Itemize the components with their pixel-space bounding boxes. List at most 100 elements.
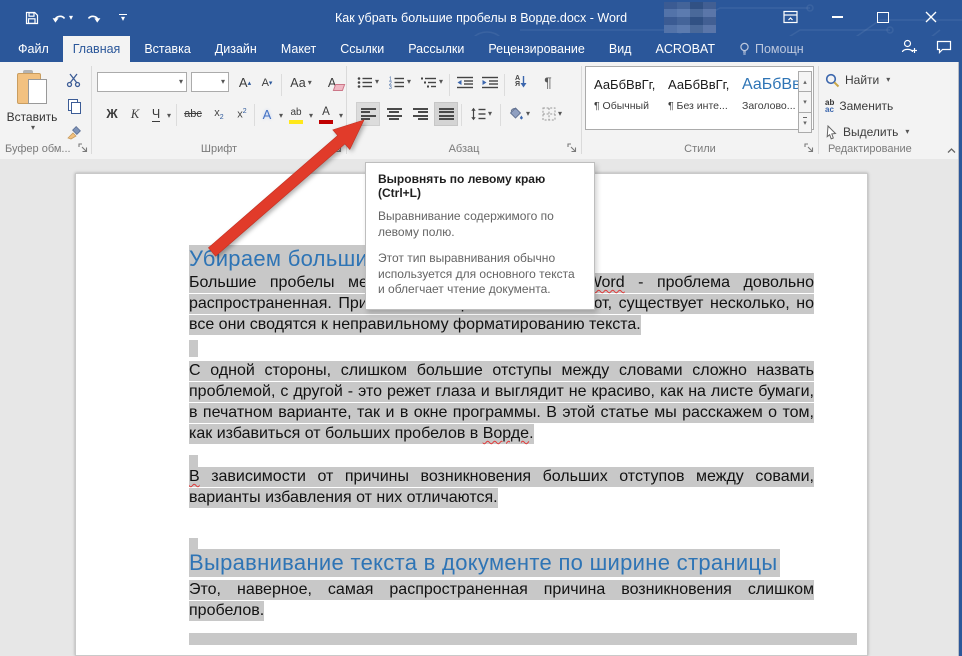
font-name-caret[interactable]: ▾: [179, 78, 183, 86]
copy-button[interactable]: [62, 94, 86, 118]
underline-caret[interactable]: ▾: [167, 112, 171, 120]
paragraph-dialog-launcher[interactable]: [565, 141, 579, 155]
eraser-icon: [333, 84, 346, 91]
styles-dialog-launcher[interactable]: [802, 141, 816, 155]
doc-empty-line-selection: [189, 340, 198, 357]
censored-account-name: [664, 2, 716, 33]
shading-button[interactable]: ▾: [504, 102, 534, 126]
doc-text-line: пробелов.: [189, 600, 814, 621]
underline-button[interactable]: Ч: [148, 102, 164, 126]
tab-review[interactable]: Рецензирование: [478, 36, 595, 62]
tab-home[interactable]: Главная: [63, 36, 131, 62]
shrink-font-button[interactable]: А▾: [256, 72, 278, 93]
tab-references[interactable]: Ссылки: [330, 36, 394, 62]
borders-button[interactable]: ▾: [537, 102, 567, 126]
undo-icon[interactable]: ▾: [52, 7, 73, 29]
svg-text:3: 3: [389, 85, 392, 89]
select-button[interactable]: Выделить ▾: [825, 121, 909, 143]
justify-icon: [439, 108, 454, 121]
comment-icon[interactable]: [936, 40, 952, 59]
doc-text-line: В зависимости от причины возникновения б…: [189, 466, 814, 487]
increase-indent-button[interactable]: [478, 71, 502, 93]
find-button[interactable]: Найти ▾: [825, 69, 890, 91]
doc-text-line: в печатном варианте, так и в окне програ…: [189, 402, 814, 423]
maximize-button[interactable]: [866, 0, 900, 34]
undo-dropdown-caret[interactable]: ▾: [69, 14, 73, 22]
cursor-select-icon: [825, 125, 838, 140]
tooltip-title: Выровнять по левому краю (Ctrl+L): [378, 172, 582, 200]
find-label: Найти: [845, 73, 879, 87]
doc-text-line: как избавиться от больших пробелов в Вор…: [189, 423, 814, 444]
misspelled-word: В: [189, 468, 200, 485]
style-item-normal[interactable]: АаБбВвГг, ¶ Обычный: [588, 70, 660, 126]
justify-button[interactable]: [434, 102, 458, 126]
save-icon[interactable]: [22, 7, 42, 29]
italic-button[interactable]: К: [125, 102, 145, 126]
group-clipboard: Вставить ▾ Буфер обм...: [0, 62, 91, 159]
style-item-no-spacing[interactable]: АаБбВвГг, ¶ Без инте...: [662, 70, 734, 126]
line-spacing-icon: [470, 107, 486, 121]
customize-qat-icon[interactable]: ▾: [113, 7, 133, 29]
select-caret[interactable]: ▾: [905, 128, 909, 136]
collapse-ribbon-button[interactable]: [944, 143, 958, 157]
tab-acrobat[interactable]: ACROBAT: [645, 36, 725, 62]
align-left-tooltip: Выровнять по левому краю (Ctrl+L) Выравн…: [365, 162, 595, 310]
numbering-icon: 123: [389, 76, 405, 89]
bullets-button[interactable]: ▾: [354, 71, 382, 93]
bold-button[interactable]: Ж: [102, 102, 122, 126]
tab-layout[interactable]: Макет: [271, 36, 326, 62]
multilevel-list-icon: [421, 76, 437, 89]
cut-button[interactable]: [62, 68, 86, 92]
styles-more-button[interactable]: ▾: [798, 112, 812, 133]
sort-button[interactable]: АЯ: [508, 71, 534, 93]
styles-gallery-scrollbar: ▴ ▾ ▾: [798, 71, 812, 133]
styles-scroll-up-button[interactable]: ▴: [798, 71, 812, 91]
tab-insert[interactable]: Вставка: [134, 36, 200, 62]
bullets-icon: [357, 76, 373, 89]
ribbon: Вставить ▾ Буфер обм...: [0, 62, 962, 160]
paste-label: Вставить: [7, 110, 58, 124]
font-size-combobox[interactable]: ▾: [191, 72, 229, 92]
decrease-indent-icon: [457, 76, 474, 89]
paste-dropdown-caret[interactable]: ▾: [31, 124, 35, 132]
replace-icon: abac: [825, 99, 834, 113]
clipboard-dialog-launcher[interactable]: [76, 141, 90, 155]
numbering-button[interactable]: 123 ▾: [386, 71, 414, 93]
align-right-button[interactable]: [408, 102, 432, 126]
doc-text-line: проблемой, с другой - это режет глаза и …: [189, 381, 814, 402]
align-center-button[interactable]: [382, 102, 406, 126]
group-clipboard-label: Буфер обм...: [0, 143, 73, 155]
line-spacing-button[interactable]: ▾: [465, 102, 497, 126]
paste-clipboard-icon: [17, 70, 47, 106]
styles-scroll-down-button[interactable]: ▾: [798, 91, 812, 111]
font-name-combobox[interactable]: ▾: [97, 72, 187, 92]
word-window: ▾ ▾ Как убрать большие пробелы в Ворде.d…: [0, 0, 962, 656]
select-label: Выделить: [843, 125, 898, 139]
clear-formatting-button[interactable]: А: [320, 72, 344, 93]
decrease-indent-button[interactable]: [453, 71, 477, 93]
minimize-button[interactable]: [820, 0, 854, 34]
ribbon-display-options-button[interactable]: [773, 0, 807, 34]
tab-view[interactable]: Вид: [599, 36, 642, 62]
tab-mailings[interactable]: Рассылки: [398, 36, 474, 62]
group-paragraph-label: Абзац: [347, 143, 581, 155]
grow-font-button[interactable]: А▴: [234, 72, 256, 93]
tab-file[interactable]: Файл: [8, 36, 59, 62]
change-case-button[interactable]: Аа▾: [285, 72, 317, 93]
copy-icon: [68, 99, 80, 113]
font-size-caret[interactable]: ▾: [221, 78, 225, 86]
tab-tell-me[interactable]: Помощн: [729, 36, 814, 62]
paste-button[interactable]: Вставить ▾: [4, 64, 60, 152]
show-paragraph-marks-button[interactable]: ¶: [537, 71, 559, 93]
replace-button[interactable]: abac Заменить: [825, 95, 893, 117]
multilevel-list-button[interactable]: ▾: [418, 71, 446, 93]
style-item-heading[interactable]: АаБбВв Заголово...: [736, 70, 799, 126]
close-button[interactable]: [914, 0, 948, 34]
sign-in-icon[interactable]: [901, 39, 918, 59]
find-caret[interactable]: ▾: [886, 76, 890, 84]
format-painter-icon: [66, 124, 82, 140]
tab-design[interactable]: Дизайн: [205, 36, 267, 62]
group-editing: Найти ▾ abac Заменить Выделить ▾ Редакти…: [819, 62, 962, 159]
redo-icon[interactable]: [83, 7, 103, 29]
borders-icon: [542, 107, 556, 121]
